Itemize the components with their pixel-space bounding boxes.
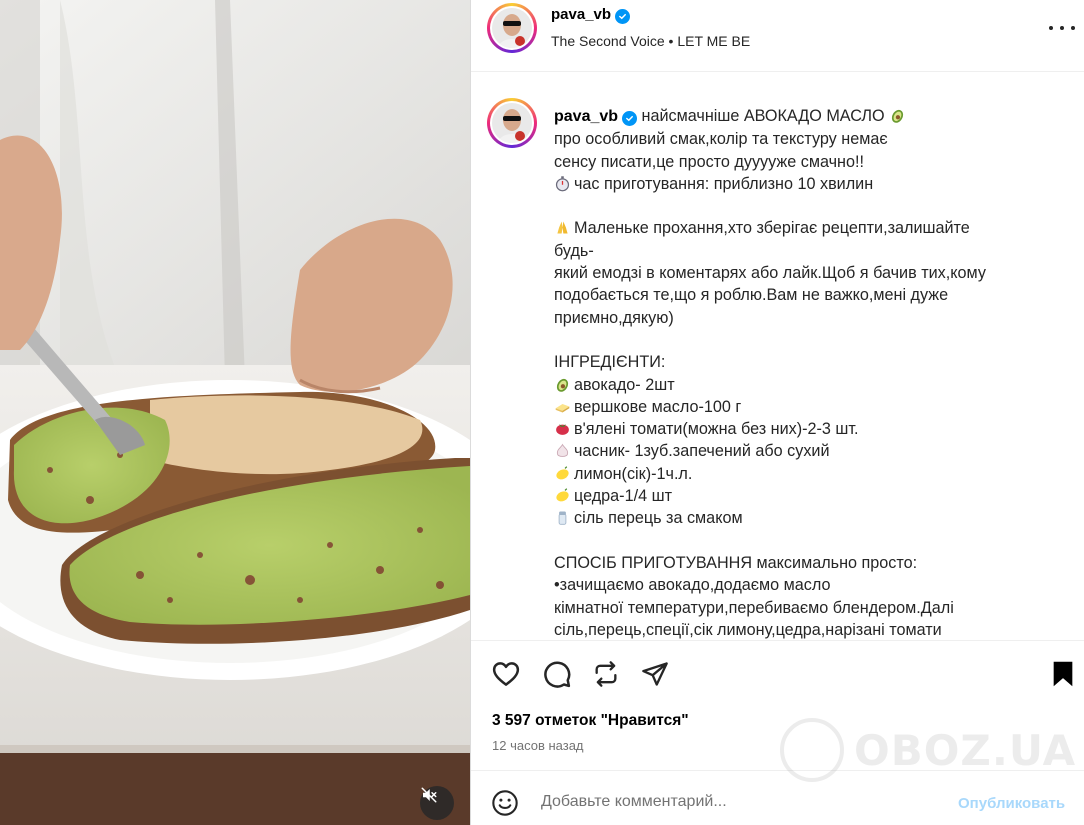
garlic-icon bbox=[556, 444, 569, 458]
verified-badge-icon bbox=[615, 9, 631, 24]
mute-toggle-button[interactable] bbox=[420, 786, 454, 820]
caption-username[interactable]: pava_vb bbox=[554, 108, 618, 125]
ingredient-item: часник- 1зуб.запечений або сухий bbox=[574, 442, 830, 461]
post-details-panel: pava_vb The Second Voice • LET ME BE pav… bbox=[470, 0, 1084, 825]
post-header: pava_vb The Second Voice • LET ME BE bbox=[471, 0, 1084, 72]
post-actions-bar: 3 597 отметок "Нравится" 12 часов назад bbox=[471, 640, 1084, 753]
post-timestamp[interactable]: 12 часов назад bbox=[492, 738, 584, 753]
emoji-picker-icon[interactable] bbox=[491, 789, 519, 817]
ingredient-item: сіль перець за смаком bbox=[574, 509, 743, 528]
likes-count[interactable]: 3 597 отметок "Нравится" bbox=[492, 712, 689, 730]
author-photo bbox=[492, 8, 532, 48]
music-song-link[interactable]: LET ME BE bbox=[677, 33, 750, 49]
share-button[interactable] bbox=[639, 658, 671, 690]
author-avatar[interactable] bbox=[487, 3, 537, 53]
method-title: СПОСІБ ПРИГОТУВАННЯ максимально просто: bbox=[554, 553, 918, 572]
caption-line-title: найсмачніше АВОКАДО МАСЛО bbox=[641, 107, 885, 125]
method-text: •зачищаємо авокадо,додаємо масло кімнатн… bbox=[554, 576, 954, 639]
music-artist-link[interactable]: The Second Voice bbox=[551, 33, 665, 49]
caption-line: про особливий смак,колір та текстуру нем… bbox=[554, 130, 888, 149]
salt-icon bbox=[558, 511, 567, 526]
ingredient-item: цедра-1/4 шт bbox=[574, 487, 672, 506]
add-comment-bar: Опубликовать bbox=[471, 770, 1084, 825]
paper-plane-icon bbox=[642, 662, 668, 686]
stopwatch-icon bbox=[555, 176, 570, 192]
tomato-icon bbox=[556, 424, 569, 436]
save-button[interactable] bbox=[1047, 658, 1079, 690]
ingredient-item: вершкове масло-100 г bbox=[574, 397, 742, 416]
caption-request: Маленьке прохання,хто зберігає рецепти,з… bbox=[554, 219, 986, 327]
comment-input[interactable] bbox=[541, 793, 941, 811]
caption-scroll-area[interactable]: pava_vb найсмачніше АВОКАДО МАСЛО про ос… bbox=[471, 73, 1084, 640]
author-username[interactable]: pava_vb bbox=[551, 6, 611, 23]
caption-line: сенсу писати,це просто дууууже смачно!! bbox=[554, 152, 864, 171]
heart-icon bbox=[492, 662, 520, 686]
music-separator: • bbox=[668, 33, 674, 49]
author-photo bbox=[492, 103, 532, 143]
bookmark-filled-icon bbox=[1053, 661, 1073, 687]
ingredient-item: в'ялені томати(можна без них)-2-3 шт. bbox=[574, 420, 859, 439]
lemon-icon bbox=[556, 488, 569, 502]
comment-bubble-icon bbox=[544, 661, 571, 688]
folded-hands-icon bbox=[557, 222, 568, 234]
avocado-icon bbox=[892, 109, 904, 123]
dot-icon bbox=[1049, 26, 1053, 30]
dot-icon bbox=[1071, 26, 1075, 30]
comment-button[interactable] bbox=[541, 658, 573, 690]
caption-line-time: час приготування: приблизно 10 хвилин bbox=[574, 174, 874, 193]
lemon-icon bbox=[556, 465, 569, 480]
post-media-video[interactable] bbox=[0, 0, 470, 825]
caption-author-avatar[interactable] bbox=[487, 98, 537, 148]
like-button[interactable] bbox=[490, 658, 522, 690]
butter-icon bbox=[555, 403, 570, 413]
avocado-toast-image bbox=[0, 0, 470, 825]
more-options-button[interactable] bbox=[1049, 18, 1075, 38]
ingredients-title: ІНГРЕДІЄНТИ: bbox=[554, 353, 666, 372]
dot-icon bbox=[1060, 26, 1064, 30]
publish-comment-button[interactable]: Опубликовать bbox=[958, 795, 1065, 812]
repost-button[interactable] bbox=[590, 658, 622, 690]
ingredient-item: лимон(сік)-1ч.л. bbox=[574, 464, 693, 483]
avocado-icon bbox=[556, 378, 569, 392]
verified-badge-icon bbox=[622, 111, 638, 126]
speaker-muted-icon bbox=[421, 787, 437, 803]
ingredient-item: авокадо- 2шт bbox=[574, 375, 675, 394]
repost-icon bbox=[595, 661, 617, 687]
post-caption: pava_vb найсмачніше АВОКАДО МАСЛО про ос… bbox=[554, 105, 994, 640]
